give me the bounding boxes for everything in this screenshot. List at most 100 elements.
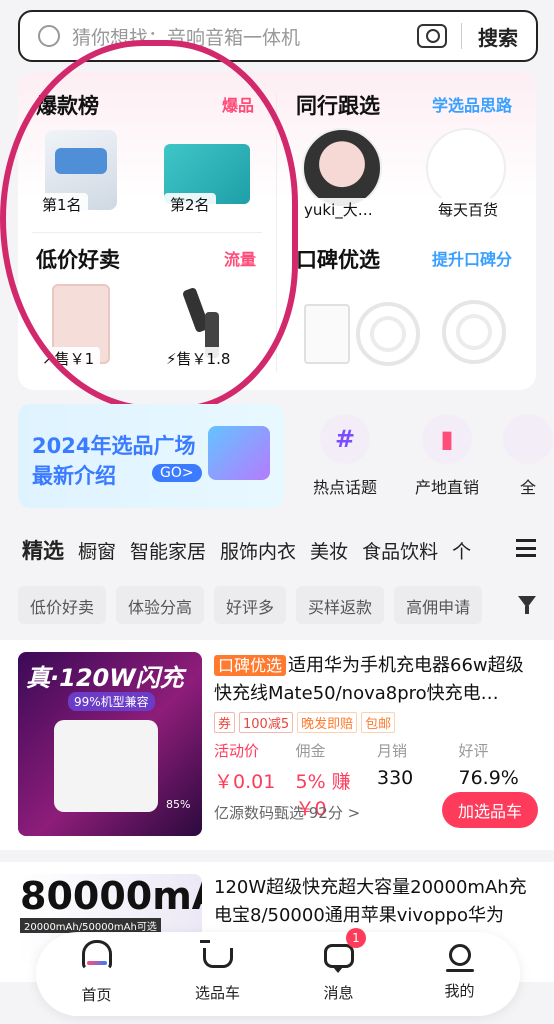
hot-product-1[interactable]: 第1名	[36, 126, 126, 216]
promo-go-button[interactable]: GO>	[152, 464, 202, 482]
service-tag: 包邮	[361, 712, 396, 733]
coupon-row: 券 100减5 晚发即赔 包邮	[214, 712, 396, 733]
filter-chip[interactable]: 好评多	[214, 586, 287, 624]
product-image	[304, 304, 350, 364]
service-tag: 晚发即赔	[297, 712, 358, 733]
filter-icon[interactable]	[518, 596, 536, 614]
reputation-product-1[interactable]	[304, 302, 420, 366]
filter-chip[interactable]: 低价好卖	[18, 586, 107, 624]
shortcut-all[interactable]: 全	[502, 414, 554, 504]
filter-chips: 低价好卖 体验分高 好评多 买样返款 高佣申请	[18, 586, 508, 624]
tab-featured[interactable]: 精选	[22, 535, 64, 565]
menu-icon[interactable]	[516, 539, 536, 557]
stat-value: ￥0.01	[214, 771, 276, 793]
tab-food[interactable]: 食品饮料	[362, 537, 438, 564]
price-badge: ↗售￥1	[36, 347, 101, 370]
grid-icon	[503, 414, 553, 464]
stat-value: 330	[377, 767, 414, 789]
cheap-tag: 流量	[224, 250, 257, 269]
shortcut-origin-direct[interactable]: ▮ 产地直销	[402, 414, 492, 504]
stat-label: 月销	[377, 742, 408, 760]
shortcut-label: 全	[519, 478, 536, 497]
peer-tag[interactable]: 学选品思路	[432, 92, 512, 116]
stat-label: 好评	[458, 742, 489, 760]
product-card[interactable]: 真·120W闪充 99%机型兼容 85% 口碑优选 适用华为手机充电器66w超级快…	[0, 640, 554, 850]
cheap-product-1[interactable]: ↗售￥1	[36, 280, 126, 370]
stat-label: 佣金	[295, 742, 326, 760]
filter-chip[interactable]: 买样返款	[296, 586, 385, 624]
search-icon	[38, 25, 60, 47]
reputation-title: 口碑优选	[296, 248, 380, 272]
reputation-tag[interactable]: 提升口碑分	[432, 246, 512, 270]
product-image: 真·120W闪充 99%机型兼容 85%	[18, 652, 202, 836]
message-icon	[323, 944, 354, 973]
camera-icon[interactable]	[417, 24, 447, 48]
filter-chip[interactable]: 高佣申请	[394, 586, 483, 624]
reputation-product-2[interactable]	[442, 300, 506, 364]
shortcut-label: 热点话题	[312, 478, 377, 497]
cheap-title: 低价好卖	[36, 248, 120, 272]
divider	[32, 232, 262, 233]
category-tabs: 精选 橱窗 智能家居 服饰内衣 美妆 食品饮料 个	[22, 533, 512, 567]
tab-apparel[interactable]: 服饰内衣	[220, 537, 296, 564]
image-headline: 真·120W闪充	[26, 664, 184, 692]
promo-banner[interactable]: 2024年选品广场 最新介绍 GO>	[18, 404, 284, 508]
product-image	[356, 302, 420, 366]
search-input[interactable]: 猜你想找：音响音箱一体机	[72, 23, 417, 50]
image-subtitle: 20000mAh/50000mAh可选	[20, 918, 161, 933]
shortcut-label: 产地直销	[414, 478, 479, 497]
shortcut-hot-topics[interactable]: # 热点话题	[300, 414, 390, 504]
stat-label: 活动价	[214, 742, 260, 760]
nav-messages[interactable]: 1 消息	[278, 928, 399, 1016]
avatar-label: 每天百货	[432, 198, 505, 221]
folder-icon	[208, 426, 270, 480]
image-headline: 80000mAh	[20, 874, 202, 918]
rank-card: 爆款榜 爆品 第1名 第2名 同行跟选 学选品思路 yuki_大… 每天百货 低…	[18, 72, 536, 390]
promo-line2: 最新介绍	[32, 464, 116, 488]
hot-product-2[interactable]: 第2名	[164, 126, 254, 216]
nav-label: 消息	[323, 984, 354, 1002]
tab-smart-home[interactable]: 智能家居	[130, 537, 206, 564]
tab-showcase[interactable]: 橱窗	[78, 537, 116, 564]
rank-badge: 第2名	[164, 193, 216, 216]
rank-badge: 第1名	[36, 193, 88, 216]
nav-cart[interactable]: 选品车	[157, 932, 278, 1016]
home-icon	[81, 940, 112, 970]
product-title: 120W超级快充超大容量20000mAh充电宝8/50000通用苹果vivopp…	[214, 877, 527, 926]
peer-title: 同行跟选	[296, 94, 380, 118]
cart-icon	[199, 940, 233, 968]
nav-label: 选品车	[194, 984, 240, 1002]
add-to-cart-button[interactable]: 加选品车	[442, 792, 538, 828]
image-percent: 85%	[166, 798, 191, 811]
hot-list-title: 爆款榜	[36, 94, 99, 118]
nav-label: 首页	[81, 986, 112, 1004]
avatar[interactable]	[426, 128, 506, 208]
coupon-tag: 100减5	[239, 712, 294, 733]
price-badge: ⚡售￥1.8	[160, 347, 237, 370]
bottom-nav: 首页 选品车 1 消息 我的	[36, 928, 520, 1016]
divider	[276, 92, 277, 372]
search-bar[interactable]: 猜你想找：音响音箱一体机 搜索	[18, 10, 538, 62]
nav-me[interactable]: 我的	[399, 932, 520, 1016]
chart-icon: ▮	[422, 414, 472, 464]
product-title: 口碑优选 适用华为手机充电器66w超级快充线Mate50/nova8pro快充电…	[214, 652, 540, 708]
nav-home[interactable]: 首页	[36, 932, 157, 1016]
tab-more[interactable]: 个	[452, 537, 471, 564]
filter-chip[interactable]: 体验分高	[116, 586, 205, 624]
avatar-label: yuki_大…	[298, 198, 379, 221]
shop-link[interactable]: 亿源数码甄选 92分 >	[214, 802, 360, 823]
stat-value: 76.9%	[458, 767, 519, 789]
image-subtitle: 99%机型兼容	[68, 692, 155, 711]
hot-list-tag: 爆品	[222, 96, 255, 115]
hashtag-icon: #	[320, 414, 370, 464]
promo-line1: 2024年选品广场	[32, 434, 196, 458]
avatar[interactable]	[302, 128, 382, 208]
coupon-tag: 券	[214, 712, 236, 733]
search-button[interactable]: 搜索	[462, 22, 536, 51]
cheap-product-2[interactable]: ⚡售￥1.8	[160, 280, 250, 370]
nav-label: 我的	[444, 982, 475, 1000]
charger-image	[54, 720, 158, 812]
unread-badge: 1	[346, 928, 366, 948]
tab-beauty[interactable]: 美妆	[310, 537, 348, 564]
profile-icon	[445, 944, 474, 972]
